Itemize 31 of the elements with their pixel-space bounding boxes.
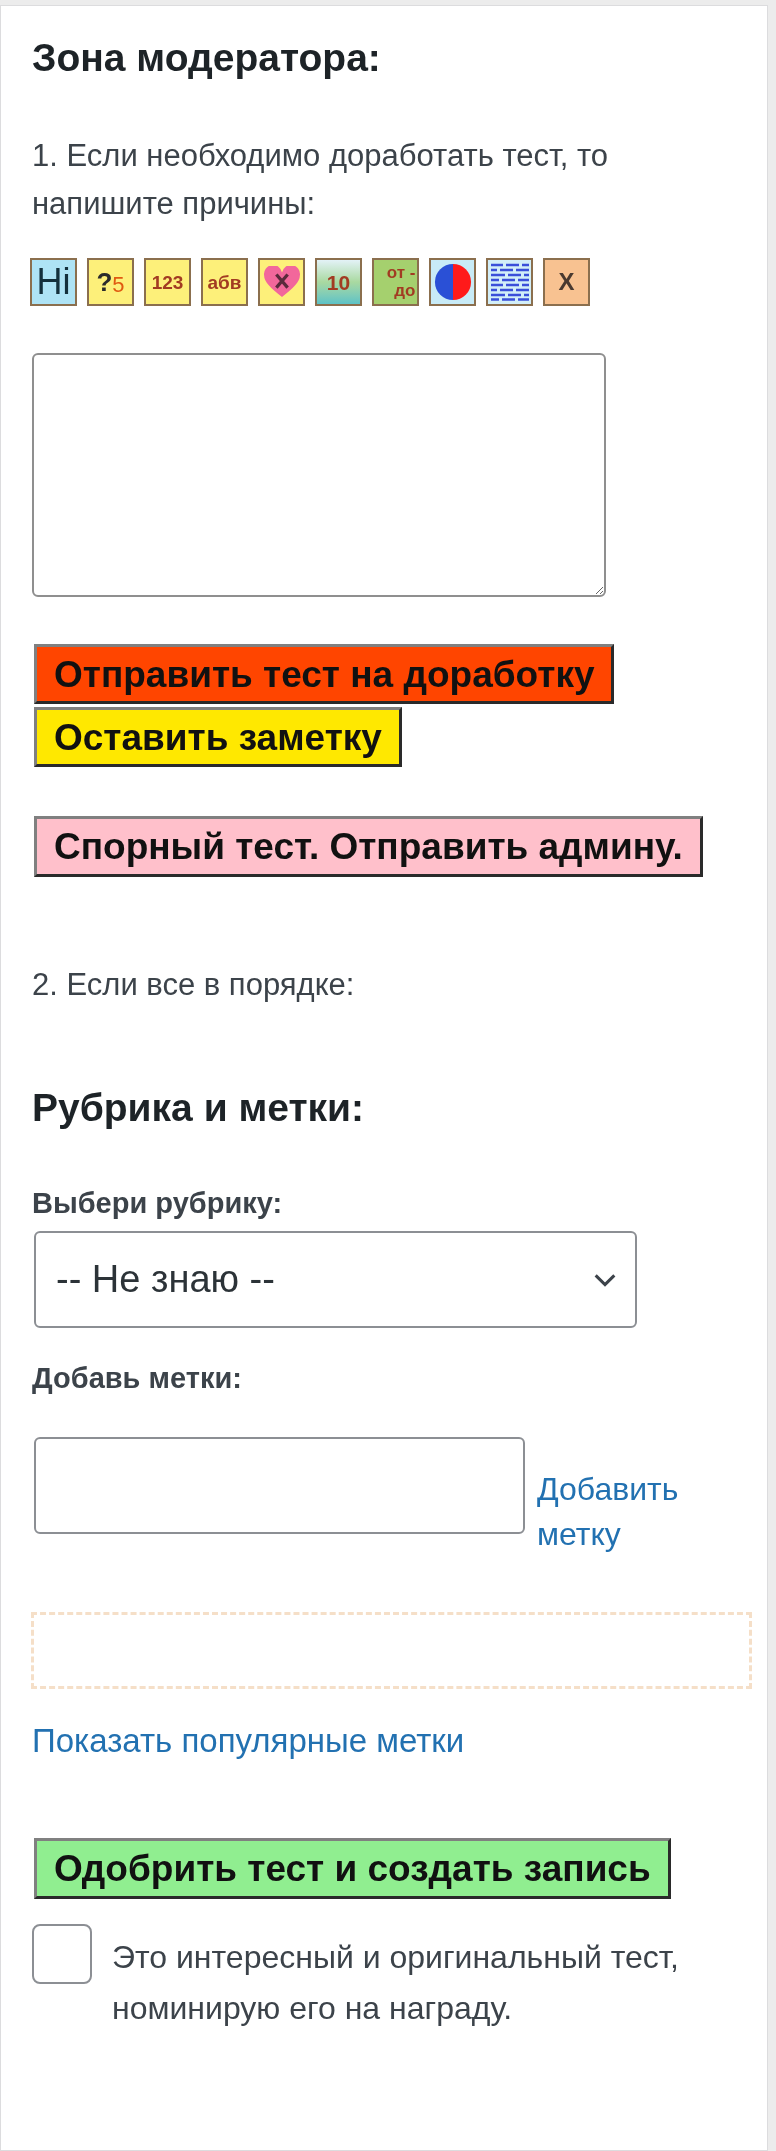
tool-button[interactable] xyxy=(429,258,476,306)
tool-button[interactable]: 123 xyxy=(144,258,191,306)
action-button[interactable]: Отправить тест на доработку xyxy=(34,644,615,704)
section-title: Рубрика и метки: xyxy=(32,1085,366,1130)
instruction-text: 1. Если необходимо доработать тест, то напишите причины: xyxy=(32,137,610,223)
reason-textarea[interactable] xyxy=(32,353,606,597)
instruction-text: 2. Если все в порядке: xyxy=(32,966,356,1004)
section-title: Зона модератора: xyxy=(32,35,382,80)
checkbox[interactable] xyxy=(32,1924,92,1984)
tool-button[interactable]: 10 xyxy=(315,258,362,306)
tool-button[interactable]: от - до xyxy=(372,258,419,306)
chevron-down-icon xyxy=(593,1272,617,1287)
category-dropdown[interactable]: -- Не знаю -- xyxy=(34,1231,637,1328)
tool-button[interactable]: ?5 xyxy=(87,258,134,306)
dispute-button[interactable]: Спорный тест. Отправить админу. xyxy=(34,816,703,877)
lines-icon xyxy=(489,263,530,301)
tool-button[interactable]: абв xyxy=(201,258,248,306)
action-button[interactable]: Оставить заметку xyxy=(34,707,402,767)
approve-button[interactable]: Одобрить тест и создать запись xyxy=(34,1838,671,1899)
crossed-heart-icon xyxy=(262,266,301,298)
popular-tags-link[interactable]: Показать популярные метки xyxy=(32,1722,465,1759)
split-circle-icon xyxy=(433,263,472,301)
tool-button[interactable] xyxy=(258,258,305,306)
add-tag-link[interactable]: Добавить метку xyxy=(537,1467,737,1557)
field-label: Добавь метки: xyxy=(32,1361,243,1395)
tool-button[interactable] xyxy=(486,258,533,306)
checkbox-label: Это интересный и оригинальный тест, номинирую его на награду. xyxy=(112,1938,680,2028)
tool-button[interactable]: X xyxy=(543,258,590,306)
tag-input-field[interactable] xyxy=(34,1437,525,1534)
field-label: Выбери рубрику: xyxy=(32,1186,284,1220)
tool-button[interactable]: Hi xyxy=(30,258,77,306)
